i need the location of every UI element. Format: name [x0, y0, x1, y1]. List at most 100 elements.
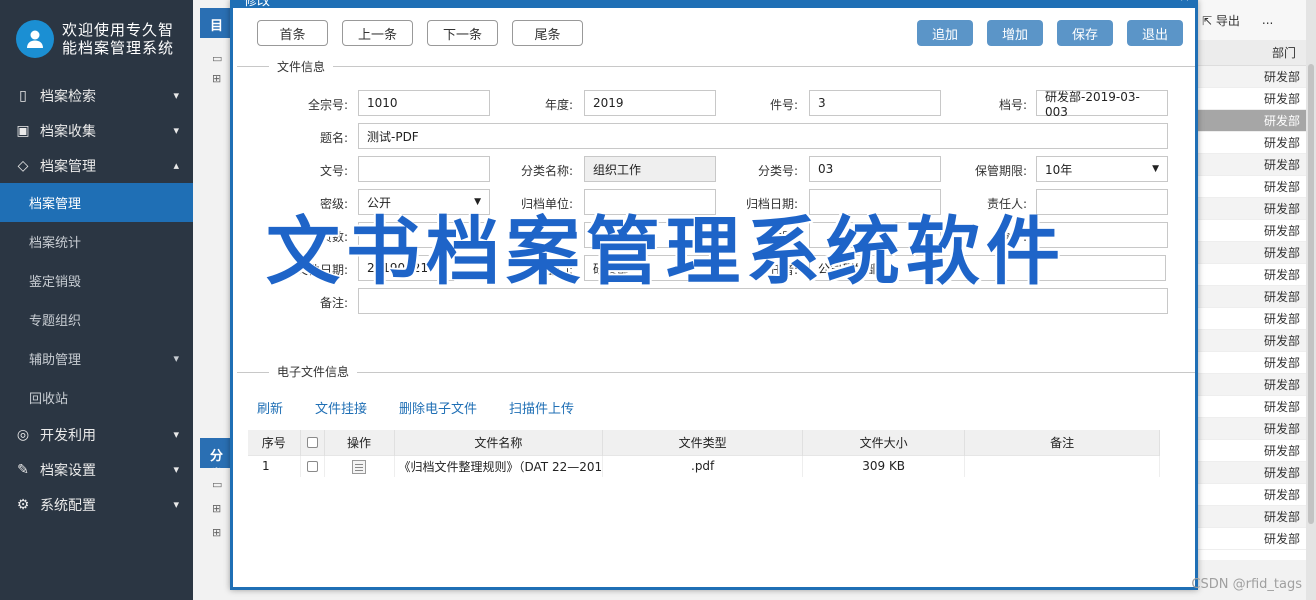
grid-cell-dept[interactable]: 研发部: [1196, 396, 1306, 418]
row-checkbox[interactable]: [306, 461, 318, 473]
sidebar-item-archive-settings[interactable]: ✎ 档案设置 ▾: [0, 452, 193, 487]
grid-cell-dept[interactable]: 研发部: [1196, 154, 1306, 176]
watermark-credit: CSDN @rfid_tags: [1191, 577, 1302, 592]
sidebar-subitem-statistics[interactable]: 档案统计: [0, 222, 193, 261]
save-button[interactable]: 保存: [1057, 20, 1113, 46]
grid-cell-dept[interactable]: 研发部: [1196, 440, 1306, 462]
sidebar-item-archive-search[interactable]: ▯ 档案检索 ▾: [0, 78, 193, 113]
sidebar-item-development[interactable]: ◎ 开发利用 ▾: [0, 417, 193, 452]
chevron-down-icon: ▾: [173, 89, 179, 102]
sidebar-subitem-label: 回收站: [29, 392, 69, 407]
sidebar-item-label: 档案管理: [40, 158, 96, 175]
grid-cell-dept[interactable]: 研发部: [1196, 110, 1306, 132]
add-button[interactable]: 增加: [987, 20, 1043, 46]
grid-toolbar: ⇱ 导出 ...: [1196, 0, 1306, 40]
sidebar-subitem-label: 鉴定销毁: [29, 275, 82, 290]
action-buttons: 追加 增加 保存 退出: [917, 20, 1183, 46]
sidebar-subitem-topics[interactable]: 专题组织: [0, 300, 193, 339]
export-button[interactable]: ⇱ 导出: [1202, 12, 1240, 29]
tree-folder-icon[interactable]: ▭: [212, 478, 222, 491]
grid-cell-dept[interactable]: 研发部: [1196, 330, 1306, 352]
delete-e-file-link[interactable]: 删除电子文件: [399, 398, 477, 417]
last-record-button[interactable]: 尾条: [512, 20, 583, 46]
grid-cell-dept[interactable]: 研发部: [1196, 374, 1306, 396]
col-header-op[interactable]: 操作: [324, 430, 395, 455]
grid-header-dept[interactable]: 部门: [1196, 40, 1306, 66]
tree-expand-icon[interactable]: ⊞: [212, 526, 221, 539]
category-name-field: 组织工作: [584, 156, 716, 182]
file-edit-icon[interactable]: [352, 459, 366, 474]
tree-folder-icon[interactable]: ▭: [212, 52, 222, 65]
archive-no-field[interactable]: 研发部-2019-03-003: [1036, 90, 1168, 119]
upload-scan-link[interactable]: 扫描件上传: [509, 398, 574, 417]
grid-cell-dept[interactable]: 研发部: [1196, 242, 1306, 264]
append-button[interactable]: 追加: [917, 20, 973, 46]
grid-cell-dept[interactable]: 研发部: [1196, 308, 1306, 330]
grid-scrollbar-thumb[interactable]: [1308, 64, 1314, 524]
table-row[interactable]: 1 《归档文件整理规则》（DAT 22—201 .pdf 309 KB: [248, 454, 1160, 477]
doc-no-field[interactable]: [358, 156, 490, 182]
grid-cell-dept[interactable]: 研发部: [1196, 132, 1306, 154]
col-header-type[interactable]: 文件类型: [602, 430, 804, 455]
col-header-no[interactable]: 序号: [248, 430, 301, 455]
sidebar-item-archive-collect[interactable]: ▣ 档案收集 ▾: [0, 113, 193, 148]
grid-cell-dept[interactable]: 研发部: [1196, 264, 1306, 286]
section-divider: [237, 372, 1195, 373]
archive-grid: ⇱ 导出 ... 部门 研发部 研发部 研发部 研发部 研发部 研发部 研发部 研发部 研发部研…: [1196, 0, 1306, 560]
first-record-button[interactable]: 首条: [257, 20, 328, 46]
year-field[interactable]: 2019: [584, 90, 716, 116]
grid-cell-dept[interactable]: 研发部: [1196, 286, 1306, 308]
grid-cell-dept[interactable]: 研发部: [1196, 528, 1306, 550]
col-header-remark[interactable]: 备注: [964, 430, 1160, 455]
user-avatar-icon: [16, 20, 54, 58]
grid-cell-dept[interactable]: 研发部: [1196, 462, 1306, 484]
grid-cell-dept[interactable]: 研发部: [1196, 66, 1306, 88]
grid-cell-dept[interactable]: 研发部: [1196, 220, 1306, 242]
grid-cell-dept[interactable]: 研发部: [1196, 198, 1306, 220]
category-panel-header[interactable]: 分类: [200, 438, 232, 468]
dialog-titlebar[interactable]: 修改 ×: [230, 0, 1198, 9]
tree-expand-icon[interactable]: ⊞: [212, 72, 221, 85]
year-label: 年度:: [544, 98, 573, 112]
prev-record-button[interactable]: 上一条: [342, 20, 413, 46]
table-header-row: 序号 操作 文件名称 文件类型 文件大小 备注: [248, 430, 1160, 455]
sidebar-item-archive-manage[interactable]: ◇ 档案管理 ▴: [0, 148, 193, 183]
sidebar: 欢迎使用专久智能档案管理系统 ▯ 档案检索 ▾ ▣ 档案收集 ▾ ◇ 档案管理 …: [0, 0, 193, 600]
close-icon[interactable]: ×: [1179, 0, 1190, 5]
fonds-no-field[interactable]: 1010: [358, 90, 490, 116]
grid-cell-dept[interactable]: 研发部: [1196, 506, 1306, 528]
sidebar-subitem-recycle-bin[interactable]: 回收站: [0, 378, 193, 417]
grid-cell-dept[interactable]: 研发部: [1196, 484, 1306, 506]
select-all-checkbox[interactable]: [306, 437, 318, 449]
tree-expand-icon[interactable]: ⊞: [212, 502, 221, 515]
sidebar-subitem-assist[interactable]: 辅助管理 ▾: [0, 339, 193, 378]
retention-label: 保管期限:: [974, 164, 1027, 178]
e-file-actions: 刷新 文件挂接 删除电子文件 扫描件上传: [257, 398, 574, 417]
category-name-label: 分类名称:: [520, 164, 573, 178]
refresh-link[interactable]: 刷新: [257, 398, 283, 417]
grid-cell-dept[interactable]: 研发部: [1196, 418, 1306, 440]
sidebar-subitem-appraisal[interactable]: 鉴定销毁: [0, 261, 193, 300]
item-no-field[interactable]: 3: [809, 90, 941, 116]
sidebar-item-label: 档案检索: [40, 88, 96, 105]
col-header-name[interactable]: 文件名称: [394, 430, 604, 455]
cell-op[interactable]: [324, 454, 395, 477]
attach-file-link[interactable]: 文件挂接: [315, 398, 367, 417]
retention-select[interactable]: 10年 ▼: [1036, 156, 1168, 182]
catalog-panel-header[interactable]: 目录: [200, 8, 232, 38]
grid-cell-dept[interactable]: 研发部: [1196, 352, 1306, 374]
sidebar-item-system-config[interactable]: ⚙ 系统配置 ▾: [0, 487, 193, 522]
cell-select[interactable]: [300, 454, 325, 477]
grid-cell-dept[interactable]: 研发部: [1196, 88, 1306, 110]
grid-cell-dept[interactable]: 研发部: [1196, 176, 1306, 198]
category-no-field[interactable]: 03: [809, 156, 941, 182]
exit-button[interactable]: 退出: [1127, 20, 1183, 46]
inbox-icon: ▣: [16, 122, 30, 139]
title-field[interactable]: 测试-PDF: [358, 123, 1168, 149]
col-header-select[interactable]: [300, 430, 325, 455]
more-button[interactable]: ...: [1262, 13, 1273, 27]
sidebar-subitem-archive-manage[interactable]: 档案管理: [0, 183, 193, 222]
next-record-button[interactable]: 下一条: [427, 20, 498, 46]
col-header-size[interactable]: 文件大小: [802, 430, 966, 455]
sidebar-subitem-label: 专题组织: [29, 314, 82, 329]
